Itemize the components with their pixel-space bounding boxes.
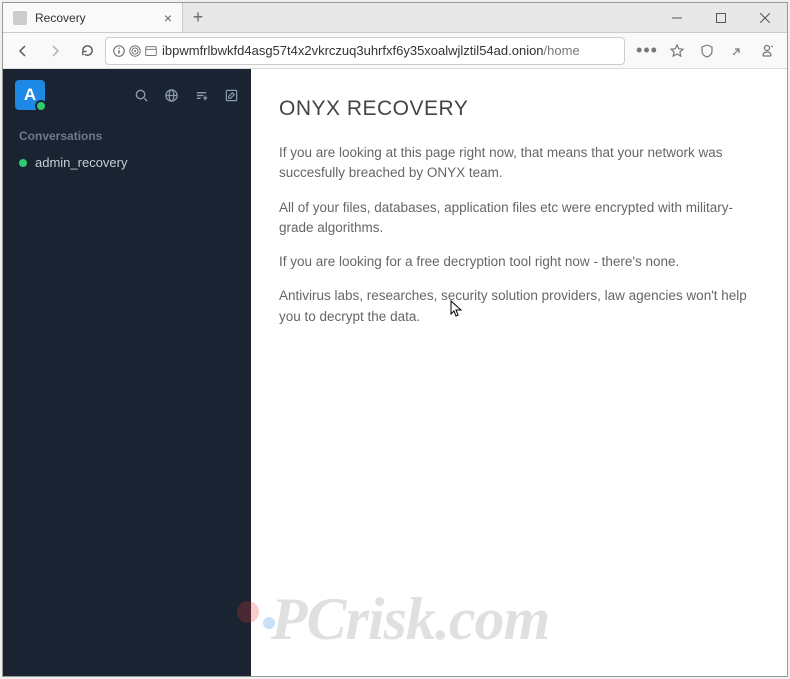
status-dot-icon	[19, 159, 27, 167]
bookmark-button[interactable]	[663, 37, 691, 65]
sort-icon[interactable]	[193, 87, 209, 103]
sidebar-header: A	[3, 69, 251, 121]
permissions-icon	[144, 44, 158, 58]
conversation-label: admin_recovery	[35, 155, 128, 170]
conversation-item[interactable]: admin_recovery	[3, 147, 251, 178]
browser-window: Recovery × +	[2, 2, 788, 677]
back-button[interactable]	[9, 37, 37, 65]
navbar: ibpwmfrlbwkfd4asg57t4x2vkrczuq3uhrfxf6y3…	[3, 33, 787, 69]
body-paragraph: All of your files, databases, applicatio…	[279, 198, 759, 239]
sidebar-section-label: Conversations	[3, 121, 251, 147]
tab-close-icon[interactable]: ×	[162, 10, 174, 26]
app-logo[interactable]: A	[15, 80, 45, 110]
url-bar[interactable]: ibpwmfrlbwkfd4asg57t4x2vkrczuq3uhrfxf6y3…	[105, 37, 625, 65]
page-content: A Conversations	[3, 69, 787, 676]
minimize-button[interactable]	[655, 3, 699, 32]
body-paragraph: If you are looking for a free decryption…	[279, 252, 759, 272]
tab-title: Recovery	[35, 11, 86, 25]
reload-button[interactable]	[73, 37, 101, 65]
titlebar: Recovery × +	[3, 3, 787, 33]
globe-icon[interactable]	[163, 87, 179, 103]
info-icon	[112, 44, 126, 58]
page-actions-button[interactable]: •••	[633, 37, 661, 65]
sidebar: A Conversations	[3, 69, 251, 676]
url-text: ibpwmfrlbwkfd4asg57t4x2vkrczuq3uhrfxf6y3…	[162, 43, 580, 58]
onion-icon	[128, 44, 142, 58]
shield-icon[interactable]	[693, 37, 721, 65]
security-level-icon[interactable]	[723, 37, 751, 65]
window-controls	[655, 3, 787, 32]
main-panel: ONYX RECOVERY If you are looking at this…	[251, 69, 787, 676]
search-icon[interactable]	[133, 87, 149, 103]
tab-favicon	[13, 11, 27, 25]
browser-tab[interactable]: Recovery ×	[3, 3, 183, 32]
identity-icons	[112, 44, 158, 58]
maximize-button[interactable]	[699, 3, 743, 32]
page-title: ONYX RECOVERY	[279, 97, 759, 121]
compose-icon[interactable]	[223, 87, 239, 103]
close-window-button[interactable]	[743, 3, 787, 32]
new-tab-button[interactable]: +	[183, 3, 213, 32]
new-identity-button[interactable]	[753, 37, 781, 65]
forward-button[interactable]	[41, 37, 69, 65]
body-paragraph: Antivirus labs, researches, security sol…	[279, 286, 759, 327]
body-paragraph: If you are looking at this page right no…	[279, 143, 759, 184]
